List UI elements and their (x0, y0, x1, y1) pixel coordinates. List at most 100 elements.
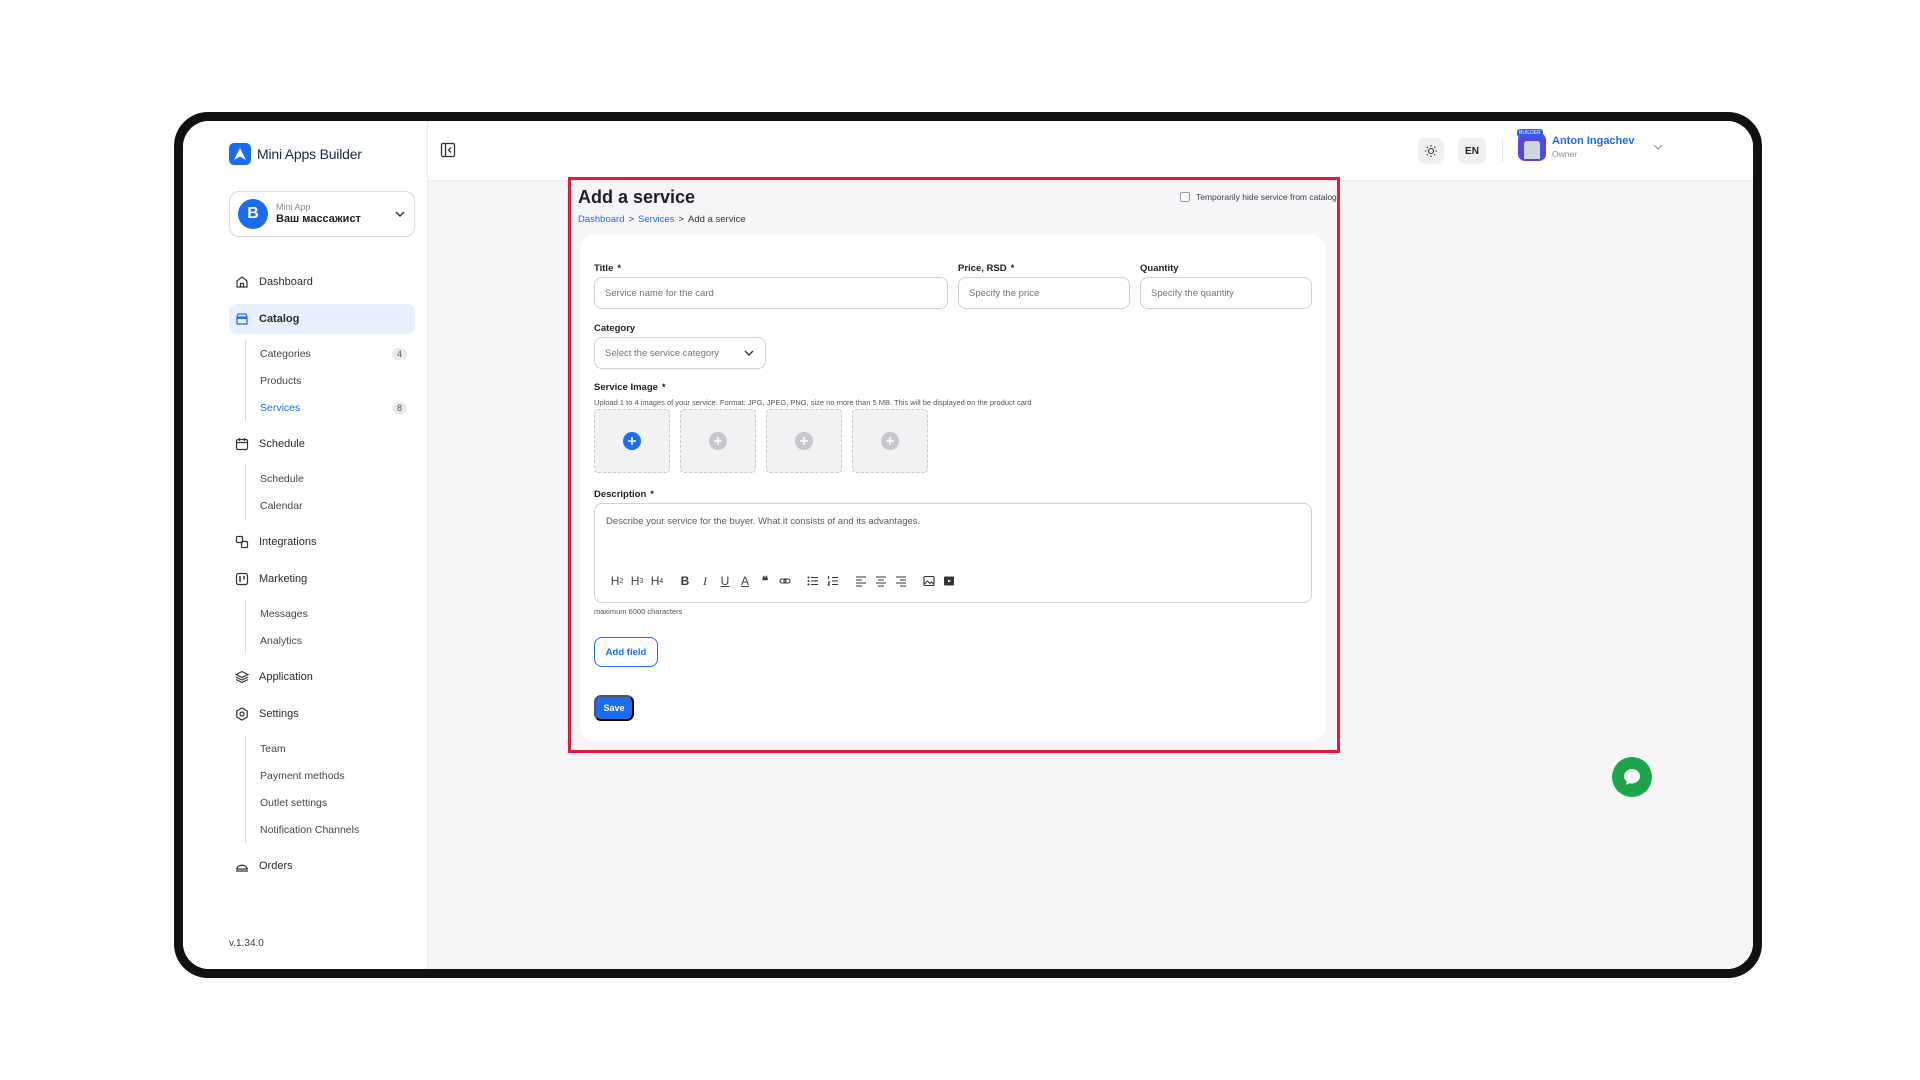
sidebar-item-calendar[interactable]: Calendar (260, 492, 415, 519)
breadcrumb-separator: > (628, 214, 635, 225)
sidebar-item-label: Categories (260, 347, 311, 360)
heading4-icon[interactable]: H4 (647, 572, 667, 590)
catalog-submenu: Categories 4 Products Services 8 (245, 340, 415, 421)
title-input[interactable] (594, 277, 948, 309)
language-button[interactable]: EN (1458, 138, 1486, 164)
quantity-input[interactable] (1140, 277, 1312, 309)
hide-from-catalog-label: Temporarily hide service from catalog (1196, 192, 1337, 202)
sidebar-item-label: Settings (259, 708, 299, 720)
price-label: Price, RSD * (958, 263, 1015, 274)
text-color-icon[interactable]: A (735, 572, 755, 590)
quantity-label: Quantity (1140, 263, 1179, 274)
insert-video-icon[interactable] (939, 572, 959, 590)
sidebar-item-marketing[interactable]: Marketing (229, 564, 415, 594)
sidebar-item-services[interactable]: Services 8 (260, 394, 415, 421)
save-button[interactable]: Save (594, 695, 634, 721)
marketing-submenu: Messages Analytics (245, 600, 415, 654)
sidebar-item-outlet-settings[interactable]: Outlet settings (260, 789, 415, 816)
sidebar-item-messages[interactable]: Messages (260, 600, 415, 627)
underline-icon[interactable]: U (715, 572, 735, 590)
sidebar-item-label: Calendar (260, 499, 303, 512)
sidebar-item-schedule-sub[interactable]: Schedule (260, 465, 415, 492)
sidebar-item-notification-channels[interactable]: Notification Channels (260, 816, 415, 843)
count-badge: 8 (391, 401, 407, 414)
breadcrumb-separator: > (678, 214, 685, 225)
align-left-icon[interactable] (851, 572, 871, 590)
hide-from-catalog-checkbox[interactable]: Temporarily hide service from catalog (1180, 192, 1337, 202)
sidebar-item-application[interactable]: Application (229, 662, 415, 692)
user-menu[interactable]: BUILDER Anton Ingachev Owner (1517, 129, 1665, 161)
sidebar-item-settings[interactable]: Settings (229, 699, 415, 729)
italic-icon[interactable]: I (695, 572, 715, 590)
sidebar-item-dashboard[interactable]: Dashboard (229, 267, 415, 297)
category-select[interactable]: Select the service category (594, 337, 766, 369)
sidebar-item-catalog[interactable]: Catalog (229, 304, 415, 334)
count-badge: 4 (391, 347, 407, 360)
app-logo[interactable]: Mini Apps Builder (229, 141, 415, 167)
sidebar-item-categories[interactable]: Categories 4 (260, 340, 415, 367)
orders-icon (236, 864, 248, 872)
sidebar-item-payment-methods[interactable]: Payment methods (260, 762, 415, 789)
bold-icon[interactable]: B (675, 572, 695, 590)
sidebar-item-analytics[interactable]: Analytics (260, 627, 415, 654)
description-placeholder: Describe your service for the buyer. Wha… (606, 516, 921, 527)
add-image-icon (623, 432, 641, 450)
sidebar-item-products[interactable]: Products (260, 367, 415, 394)
theme-toggle-button[interactable] (1418, 138, 1444, 164)
description-editor[interactable]: Describe your service for the buyer. Wha… (594, 503, 1312, 603)
image-label: Service Image * (594, 382, 666, 393)
logo-icon (229, 143, 251, 165)
breadcrumb-current: Add a service (688, 214, 746, 225)
sidebar-item-label: Integrations (259, 536, 317, 548)
sidebar-item-label: Catalog (259, 313, 300, 325)
sidebar-item-team[interactable]: Team (260, 735, 415, 762)
sidebar-item-label: Messages (260, 607, 308, 620)
breadcrumb: Dashboard > Services > Add a service (578, 214, 746, 225)
mini-app-selector[interactable]: B Mini App Ваш массажист (229, 191, 415, 237)
heading2-icon[interactable]: H2 (607, 572, 627, 590)
add-image-icon (881, 432, 899, 450)
sidebar-item-label: Products (260, 374, 302, 387)
sidebar-item-label: Services (260, 401, 301, 414)
topbar-divider (1502, 140, 1503, 162)
quote-icon[interactable]: ❝ (755, 572, 775, 590)
user-name: Anton Ingachev (1552, 135, 1635, 148)
description-char-limit: maximum 6000 characters (594, 607, 683, 616)
add-field-button[interactable]: Add field (594, 637, 658, 667)
heading3-icon[interactable]: H3 (627, 572, 647, 590)
image-upload-slot-4[interactable] (852, 409, 928, 473)
sidebar-item-orders[interactable]: Orders (229, 851, 415, 881)
align-center-icon[interactable] (871, 572, 891, 590)
sidebar-nav: Dashboard Catalog Categories 4 Products S… (229, 267, 415, 881)
numbered-list-icon[interactable] (823, 572, 843, 590)
service-form: Title* Price, RSD* Quantity Category Sel… (580, 235, 1326, 741)
insert-image-icon[interactable] (919, 572, 939, 590)
breadcrumb-dashboard[interactable]: Dashboard (578, 214, 624, 225)
image-upload-slot-3[interactable] (766, 409, 842, 473)
topbar: EN BUILDER Anton Ingachev Owner (428, 121, 1753, 181)
avatar-photo (1524, 141, 1540, 159)
image-upload-slot-1[interactable] (594, 409, 670, 473)
sidebar-item-schedule[interactable]: Schedule (229, 429, 415, 459)
support-chat-button[interactable] (1612, 757, 1652, 797)
align-right-icon[interactable] (891, 572, 911, 590)
sidebar-collapse-button[interactable] (440, 142, 456, 163)
mini-app-caption: Mini App (276, 202, 311, 212)
breadcrumb-services[interactable]: Services (638, 214, 674, 225)
title-label: Title * (594, 263, 622, 274)
price-input[interactable] (958, 277, 1130, 309)
chevron-down-icon (1653, 144, 1662, 150)
link-icon[interactable] (775, 572, 795, 590)
app-version: v.1.34.0 (229, 938, 264, 949)
chat-icon (1624, 769, 1640, 785)
bullet-list-icon[interactable] (803, 572, 823, 590)
category-label: Category (594, 323, 636, 334)
sidebar-collapse-icon (440, 142, 456, 158)
image-upload-slot-2[interactable] (680, 409, 756, 473)
avatar: BUILDER (1517, 129, 1546, 161)
integrations-icon (235, 535, 249, 549)
checkbox-box[interactable] (1180, 192, 1190, 202)
sidebar-item-label: Payment methods (260, 769, 345, 782)
sidebar-item-integrations[interactable]: Integrations (229, 527, 415, 557)
sun-icon (1425, 145, 1437, 157)
